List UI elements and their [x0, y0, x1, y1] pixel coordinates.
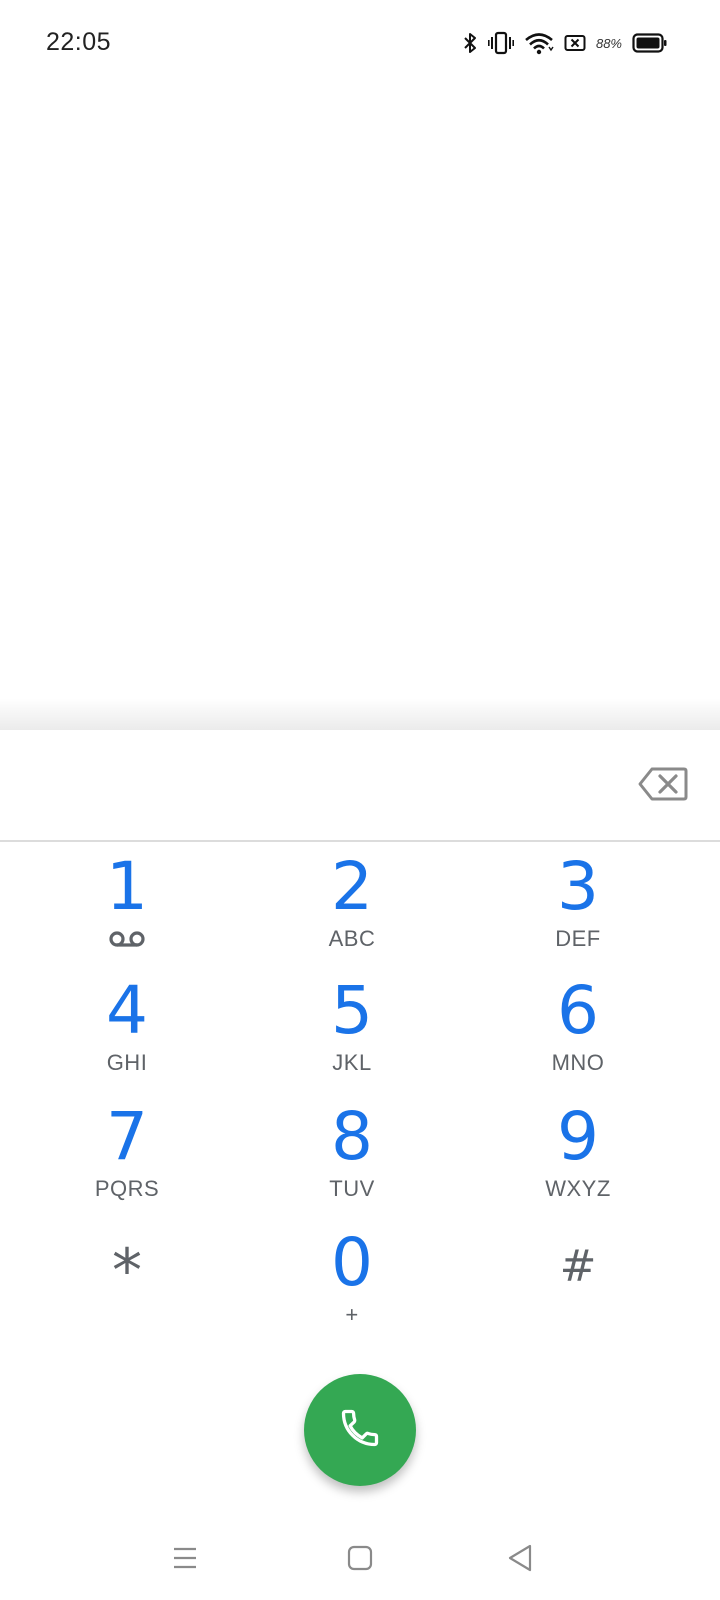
key-letters: TUV	[329, 1176, 375, 1201]
phone-icon	[338, 1406, 382, 1455]
key-2[interactable]: 2 ABC	[262, 848, 442, 958]
no-sim-icon	[564, 33, 586, 53]
home-icon	[346, 1544, 374, 1577]
key-7[interactable]: 7 PQRS	[37, 1098, 217, 1208]
battery-icon	[632, 32, 668, 54]
key-digit: 6	[557, 972, 599, 1049]
key-digit: 3	[557, 848, 599, 925]
dialpad-divider	[0, 840, 720, 842]
status-bar: 22:05 88%	[0, 0, 720, 88]
recents-nav-button[interactable]	[161, 1536, 209, 1584]
digits-field[interactable]	[0, 730, 720, 841]
key-digit: 8	[331, 1098, 373, 1175]
back-icon	[506, 1543, 534, 1578]
recents-area	[0, 88, 720, 700]
navigation-bar	[0, 1520, 720, 1600]
bluetooth-icon	[462, 31, 478, 55]
key-star[interactable]: *	[37, 1232, 217, 1342]
call-button[interactable]	[304, 1374, 416, 1486]
status-time: 22:05	[46, 28, 112, 56]
key-digit: *	[112, 1236, 142, 1306]
home-nav-button[interactable]	[336, 1536, 384, 1584]
key-letters: MNO	[551, 1050, 605, 1075]
back-nav-button[interactable]	[496, 1536, 544, 1584]
key-digit: 2	[331, 848, 373, 925]
key-digit: 1	[106, 848, 148, 925]
key-9[interactable]: 9 WXYZ	[488, 1098, 668, 1208]
key-letters: DEF	[555, 926, 601, 951]
key-letters: PQRS	[94, 1176, 160, 1201]
key-digit: 0	[331, 1224, 373, 1301]
key-letters: GHI	[106, 1050, 148, 1075]
key-digit: 7	[106, 1098, 148, 1175]
key-1[interactable]: 1	[37, 848, 217, 958]
key-5[interactable]: 5 JKL	[262, 972, 442, 1082]
battery-percent: 88%	[595, 35, 622, 51]
status-icons: 88%	[462, 28, 668, 58]
backspace-icon	[638, 767, 688, 806]
key-digit: 9	[557, 1098, 599, 1175]
key-6[interactable]: 6 MNO	[488, 972, 668, 1082]
key-letters: +	[345, 1302, 359, 1327]
key-letters: WXYZ	[545, 1176, 611, 1201]
key-0[interactable]: 0 +	[262, 1224, 442, 1334]
key-3[interactable]: 3 DEF	[488, 848, 668, 958]
menu-icon	[171, 1545, 199, 1576]
vibrate-icon	[487, 31, 514, 55]
key-digit: 5	[331, 972, 373, 1049]
key-digit: #	[559, 1241, 597, 1292]
key-4[interactable]: 4 GHI	[37, 972, 217, 1082]
key-letters: ABC	[328, 926, 376, 951]
voicemail-icon	[108, 930, 146, 953]
dialpad-shadow	[0, 698, 720, 730]
key-digit: 4	[106, 972, 148, 1049]
key-8[interactable]: 8 TUV	[262, 1098, 442, 1208]
backspace-button[interactable]	[638, 766, 688, 802]
key-letters: JKL	[332, 1050, 372, 1075]
wifi-icon	[524, 31, 554, 55]
key-hash[interactable]: #	[488, 1228, 668, 1338]
